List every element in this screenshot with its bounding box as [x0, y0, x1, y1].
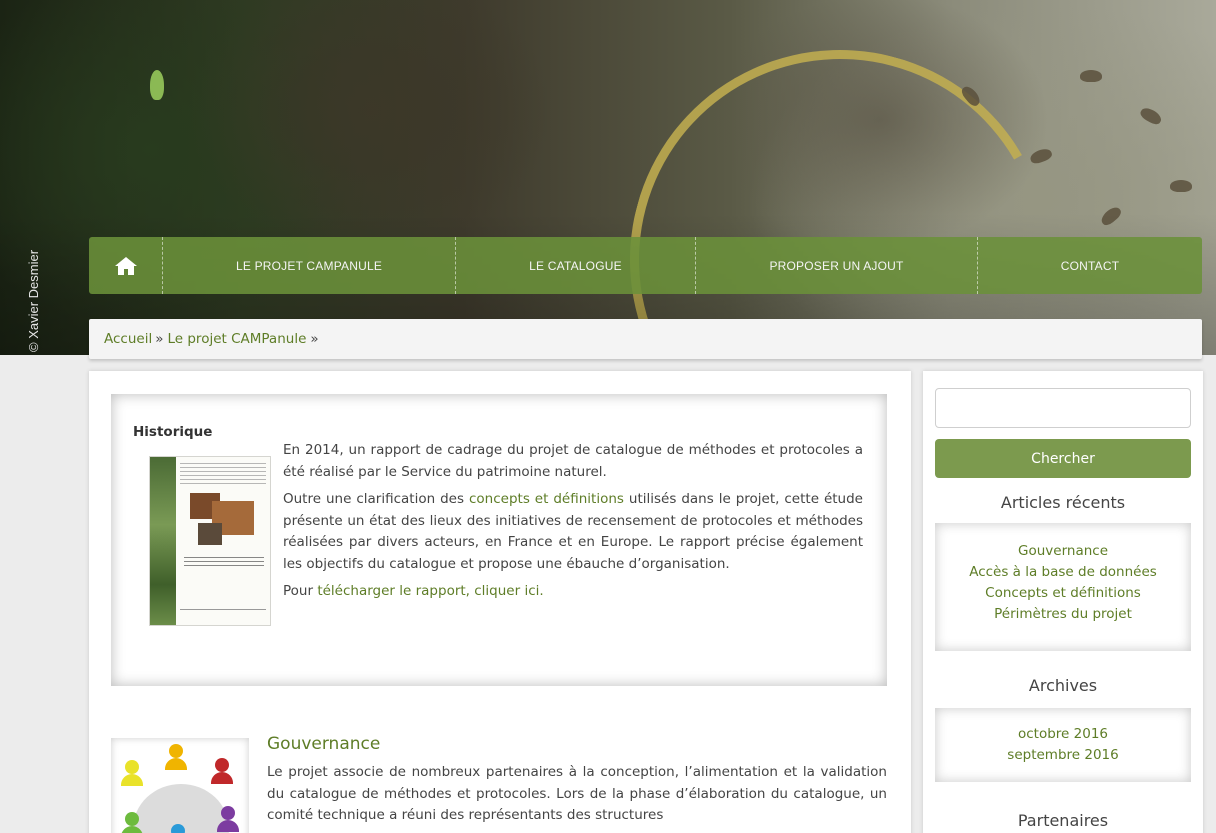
- archive-link[interactable]: octobre 2016: [935, 724, 1191, 745]
- concepts-definitions-link[interactable]: concepts et définitions: [469, 491, 624, 507]
- breadcrumb-separator: »: [310, 331, 319, 347]
- main-content: Historique En 2014, un rapport de cadrag…: [89, 371, 911, 833]
- photo-credit: © Xavier Desmier: [26, 249, 41, 352]
- header-banner-photo: [0, 0, 1216, 355]
- recent-article-link[interactable]: Accès à la base de données: [935, 562, 1191, 583]
- gouvernance-image[interactable]: [111, 738, 249, 833]
- report-cover-image[interactable]: [149, 456, 271, 626]
- nav-item-proposer[interactable]: PROPOSER UN AJOUT: [696, 237, 978, 294]
- recent-articles-heading: Articles récents: [1000, 493, 1126, 512]
- breadcrumb-separator: »: [155, 331, 164, 347]
- download-report-link[interactable]: télécharger le rapport, cliquer ici.: [317, 583, 543, 599]
- recent-articles-list: Gouvernance Accès à la base de données C…: [935, 523, 1191, 651]
- historique-title: Historique: [133, 424, 213, 440]
- recent-article-link[interactable]: Périmètres du projet: [935, 604, 1191, 625]
- historique-paragraph-2: Outre une clarification des concepts et …: [283, 491, 863, 572]
- historique-paragraph-1: En 2014, un rapport de cadrage du projet…: [283, 442, 863, 480]
- archive-link[interactable]: septembre 2016: [935, 745, 1191, 766]
- main-nav: LE PROJET CAMPANULE LE CATALOGUE PROPOSE…: [89, 237, 1202, 294]
- breadcrumb: Accueil » Le projet CAMPanule »: [89, 319, 1202, 359]
- historique-paragraph-3: Pour télécharger le rapport, cliquer ici…: [283, 583, 544, 599]
- partners-heading: Partenaires: [1017, 811, 1109, 830]
- historique-text: En 2014, un rapport de cadrage du projet…: [283, 440, 863, 609]
- search-button[interactable]: Chercher: [935, 439, 1191, 478]
- historique-box: Historique En 2014, un rapport de cadrag…: [111, 394, 887, 686]
- home-icon: [114, 256, 137, 275]
- recent-article-link[interactable]: Gouvernance: [935, 541, 1191, 562]
- sidebar: Chercher Articles récents Gouvernance Ac…: [923, 371, 1203, 833]
- nav-item-projet[interactable]: LE PROJET CAMPANULE: [163, 237, 456, 294]
- nav-item-catalogue[interactable]: LE CATALOGUE: [456, 237, 696, 294]
- breadcrumb-home-link[interactable]: Accueil: [104, 331, 152, 347]
- archives-list: octobre 2016 septembre 2016: [935, 708, 1191, 782]
- recent-article-link[interactable]: Concepts et définitions: [935, 583, 1191, 604]
- archives-heading: Archives: [1028, 676, 1098, 695]
- search-input[interactable]: [935, 388, 1191, 428]
- gouvernance-text: Le projet associe de nombreux partenaire…: [267, 764, 887, 823]
- gouvernance-title-link[interactable]: Gouvernance: [267, 734, 380, 754]
- breadcrumb-current-link[interactable]: Le projet CAMPanule: [167, 331, 306, 347]
- nav-item-contact[interactable]: CONTACT: [978, 237, 1202, 294]
- nav-home[interactable]: [89, 237, 163, 294]
